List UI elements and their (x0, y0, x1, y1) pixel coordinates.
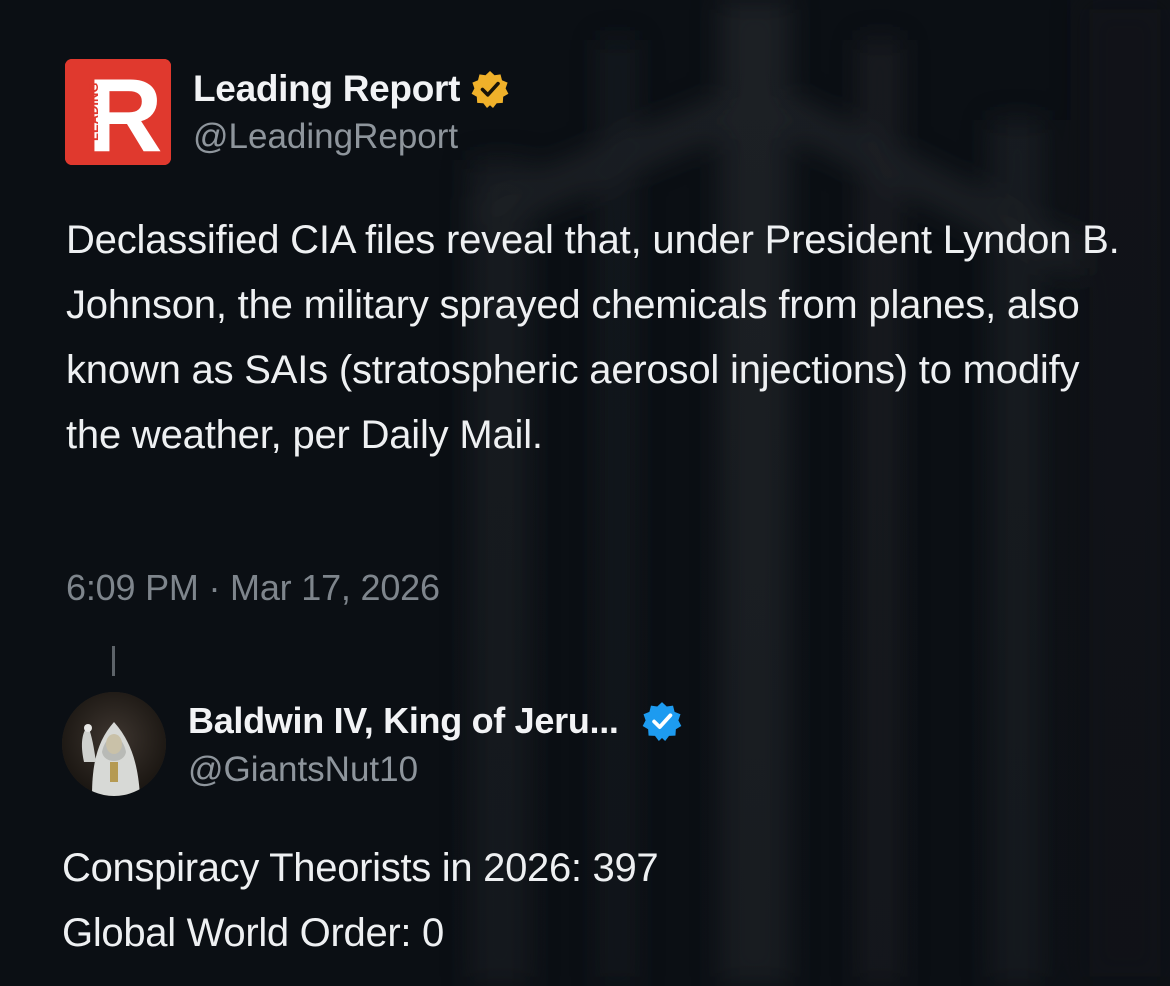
post-timestamp[interactable]: 6:09 PM · Mar 17, 2026 (66, 567, 440, 609)
author-handle[interactable]: @LeadingReport (193, 117, 458, 157)
logo-side-text: LEADING (86, 83, 101, 142)
reply-line-1: Conspiracy Theorists in 2026: 397 (62, 846, 659, 890)
reply-author-name-row: Baldwin IV, King of Jeru... (188, 696, 683, 746)
leading-report-logo-icon[interactable]: R LEADING (65, 59, 171, 165)
author-display-name[interactable]: Leading Report (193, 68, 460, 110)
blue-verified-badge-icon[interactable] (641, 700, 683, 742)
author-name-row: Leading Report (193, 64, 510, 114)
post-body-text: Declassified CIA files reveal that, unde… (66, 218, 1120, 457)
post-screenshot: R LEADING Leading Report @LeadingReport … (0, 0, 1170, 986)
masked-king-avatar-icon[interactable] (62, 692, 166, 796)
thread-connector-line (112, 646, 115, 676)
gold-verified-badge-icon[interactable] (470, 69, 510, 109)
reply-author-handle[interactable]: @GiantsNut10 (188, 750, 418, 790)
reply-line-2: Global World Order: 0 (62, 911, 445, 955)
reply-body-text: Conspiracy Theorists in 2026: 397 Global… (62, 836, 659, 966)
reply-author-display-name[interactable]: Baldwin IV, King of Jeru... (188, 700, 619, 742)
